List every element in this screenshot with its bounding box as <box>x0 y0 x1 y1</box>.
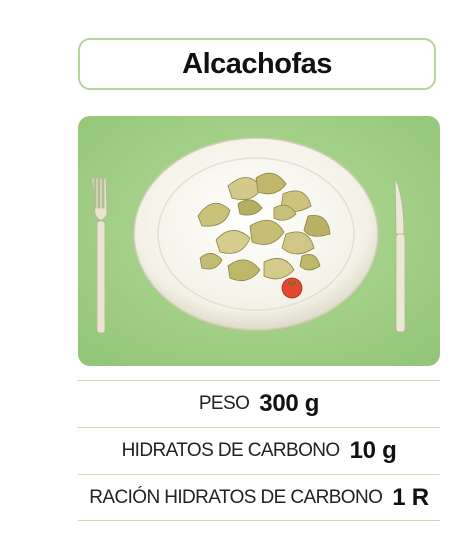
weight-row: PESO 300 g <box>78 380 440 426</box>
carbs-label: HIDRATOS DE CARBONO <box>121 439 341 461</box>
food-photo <box>78 116 440 366</box>
carb-ration-value: 1 R <box>392 483 429 511</box>
carbs-row: HIDRATOS DE CARBONO 10 g <box>78 427 440 473</box>
weight-value: 300 g <box>259 389 320 417</box>
title-box: Alcachofas <box>78 38 436 90</box>
carbs-value: 10 g <box>349 436 397 464</box>
carb-ration-label: RACIÓN HIDRATOS DE CARBONO <box>89 486 383 508</box>
weight-label: PESO <box>198 392 250 414</box>
food-title: Alcachofas <box>182 47 332 80</box>
carb-ration-row: RACIÓN HIDRATOS DE CARBONO 1 R <box>78 474 440 521</box>
plate-of-artichokes-icon <box>78 116 440 366</box>
